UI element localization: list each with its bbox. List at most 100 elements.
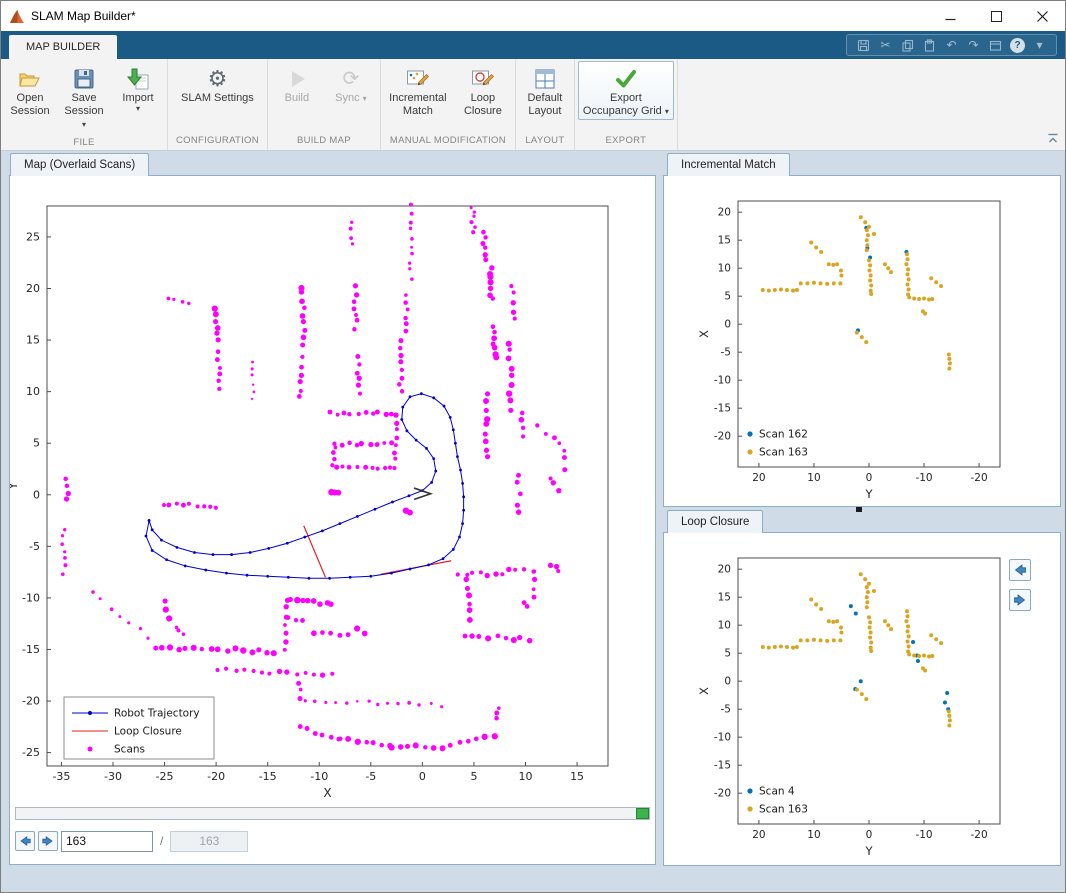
layout-grid-icon bbox=[532, 65, 558, 92]
undo-icon[interactable]: ↶ bbox=[944, 38, 959, 53]
tab-map-builder[interactable]: MAP BUILDER bbox=[9, 35, 117, 59]
incremental-match-button[interactable]: Incremental Match bbox=[384, 61, 452, 120]
loop-closure-button[interactable]: Loop Closure bbox=[454, 61, 512, 120]
build-button[interactable]: Build bbox=[271, 61, 323, 107]
import-icon bbox=[125, 65, 151, 92]
previous-loop-closure-button[interactable] bbox=[1009, 559, 1031, 581]
svg-text:5: 5 bbox=[470, 770, 477, 783]
svg-text:X: X bbox=[697, 330, 711, 338]
toolstrip-section-manual-modification: Incremental Match Loop Closure MANUAL MO… bbox=[381, 59, 516, 150]
svg-text:-20: -20 bbox=[971, 472, 988, 484]
dropdown-caret-icon: ▾ bbox=[665, 107, 669, 116]
toolstrip-section-configuration: ⚙ SLAM Settings CONFIGURATION bbox=[168, 59, 268, 150]
save-icon[interactable] bbox=[856, 38, 871, 53]
help-icon[interactable]: ? bbox=[1010, 38, 1025, 53]
svg-text:-10: -10 bbox=[714, 732, 731, 744]
svg-text:10: 10 bbox=[718, 263, 731, 275]
paste-icon[interactable] bbox=[922, 38, 937, 53]
svg-text:10: 10 bbox=[519, 770, 533, 783]
titlebar: SLAM Map Builder* bbox=[1, 1, 1065, 31]
svg-text:25: 25 bbox=[26, 230, 40, 243]
scan-total: 163 bbox=[170, 831, 248, 852]
svg-text:-25: -25 bbox=[156, 770, 174, 783]
svg-text:-20: -20 bbox=[714, 788, 731, 800]
section-label-export: EXPORT bbox=[577, 132, 675, 150]
export-occupancy-grid-button[interactable]: Export Occupancy Grid ▾ bbox=[578, 61, 674, 120]
next-loop-closure-button[interactable] bbox=[1009, 589, 1031, 611]
check-icon bbox=[613, 65, 639, 92]
scan-slider[interactable] bbox=[15, 807, 650, 820]
close-button[interactable] bbox=[1019, 1, 1065, 31]
svg-text:-5: -5 bbox=[29, 540, 40, 553]
svg-text:0: 0 bbox=[866, 472, 873, 484]
svg-text:X: X bbox=[697, 687, 711, 695]
map-panel: -35-30-25-20-15-10-5051015-25-20-15-10-5… bbox=[9, 175, 656, 865]
svg-text:-20: -20 bbox=[971, 829, 988, 841]
scan-count-divider: / bbox=[160, 834, 163, 848]
section-label-file: FILE bbox=[3, 134, 165, 152]
svg-text:10: 10 bbox=[718, 620, 731, 632]
save-session-button[interactable]: Save Session ▾ bbox=[58, 61, 110, 133]
sync-icon: ⟳ bbox=[343, 65, 360, 92]
svg-text:-5: -5 bbox=[721, 347, 731, 359]
dropdown-caret-icon: ▾ bbox=[122, 105, 153, 112]
toolstrip-section-build-map: Build ⟳ Sync ▾ BUILD MAP bbox=[268, 59, 381, 150]
app-window: SLAM Map Builder* MAP BUILDER ✂ ↶ ↷ ? ▾ bbox=[0, 0, 1066, 893]
svg-text:-25: -25 bbox=[22, 746, 40, 759]
svg-text:15: 15 bbox=[718, 592, 731, 604]
scan-slider-thumb[interactable] bbox=[636, 808, 649, 819]
svg-text:0: 0 bbox=[419, 770, 426, 783]
maximize-button[interactable] bbox=[973, 1, 1019, 31]
default-layout-button[interactable]: Default Layout bbox=[519, 61, 571, 120]
previous-scan-button[interactable] bbox=[15, 831, 35, 851]
svg-text:-15: -15 bbox=[714, 403, 731, 415]
svg-text:-20: -20 bbox=[22, 695, 40, 708]
scan-number-input[interactable] bbox=[61, 831, 153, 852]
svg-text:-5: -5 bbox=[365, 770, 376, 783]
toolstrip-section-export: Export Occupancy Grid ▾ EXPORT bbox=[575, 59, 678, 150]
chevron-down-icon[interactable]: ▾ bbox=[1032, 38, 1047, 53]
open-session-button[interactable]: Open Session bbox=[4, 61, 56, 120]
svg-text:Scan 163: Scan 163 bbox=[759, 447, 808, 459]
sync-button[interactable]: ⟳ Sync ▾ bbox=[325, 61, 377, 107]
svg-text:Y: Y bbox=[864, 844, 873, 858]
svg-text:Robot Trajectory: Robot Trajectory bbox=[114, 708, 200, 720]
redo-icon[interactable]: ↷ bbox=[966, 38, 981, 53]
window-controls bbox=[927, 1, 1065, 31]
quick-access-toolbar: ✂ ↶ ↷ ? ▾ bbox=[846, 34, 1057, 56]
tab-incremental-match[interactable]: Incremental Match bbox=[667, 153, 790, 176]
svg-text:20: 20 bbox=[26, 282, 40, 295]
minimize-button[interactable] bbox=[927, 1, 973, 31]
svg-text:5: 5 bbox=[33, 437, 40, 450]
content-area: Map (Overlaid Scans) -35-30-25-20-15-10-… bbox=[1, 151, 1065, 892]
svg-text:Y: Y bbox=[10, 482, 20, 491]
svg-text:20: 20 bbox=[718, 207, 731, 219]
play-icon bbox=[284, 65, 310, 92]
svg-text:Loop Closure: Loop Closure bbox=[114, 726, 182, 738]
svg-text:Scan 4: Scan 4 bbox=[759, 786, 795, 798]
toolstrip-section-file: Open Session Save Session ▾ Import▾ FILE bbox=[1, 59, 168, 150]
loop-closure-icon bbox=[470, 65, 496, 92]
splitter-handle[interactable] bbox=[856, 507, 862, 512]
svg-text:15: 15 bbox=[570, 770, 584, 783]
next-scan-button[interactable] bbox=[38, 831, 58, 851]
tab-map-overlaid-scans[interactable]: Map (Overlaid Scans) bbox=[10, 153, 149, 176]
svg-text:-10: -10 bbox=[22, 591, 40, 604]
svg-text:-35: -35 bbox=[52, 770, 70, 783]
loop-closure-panel: 20100-10-20-20-15-10-505101520YXScan 4Sc… bbox=[663, 532, 1061, 866]
window-layout-icon[interactable] bbox=[988, 38, 1003, 53]
svg-text:-10: -10 bbox=[915, 472, 932, 484]
svg-text:-5: -5 bbox=[721, 704, 731, 716]
collapse-toolstrip-button[interactable] bbox=[1047, 133, 1059, 144]
gear-icon: ⚙ bbox=[208, 65, 228, 92]
cut-icon[interactable]: ✂ bbox=[878, 38, 893, 53]
matlab-logo-icon bbox=[9, 9, 25, 24]
svg-text:10: 10 bbox=[26, 385, 40, 398]
svg-text:-10: -10 bbox=[714, 375, 731, 387]
svg-text:-10: -10 bbox=[915, 829, 932, 841]
dropdown-caret-icon: ▾ bbox=[82, 120, 86, 129]
slam-settings-button[interactable]: ⚙ SLAM Settings bbox=[173, 61, 261, 107]
copy-icon[interactable] bbox=[900, 38, 915, 53]
import-button[interactable]: Import▾ bbox=[112, 61, 164, 114]
tab-loop-closure[interactable]: Loop Closure bbox=[667, 510, 763, 533]
